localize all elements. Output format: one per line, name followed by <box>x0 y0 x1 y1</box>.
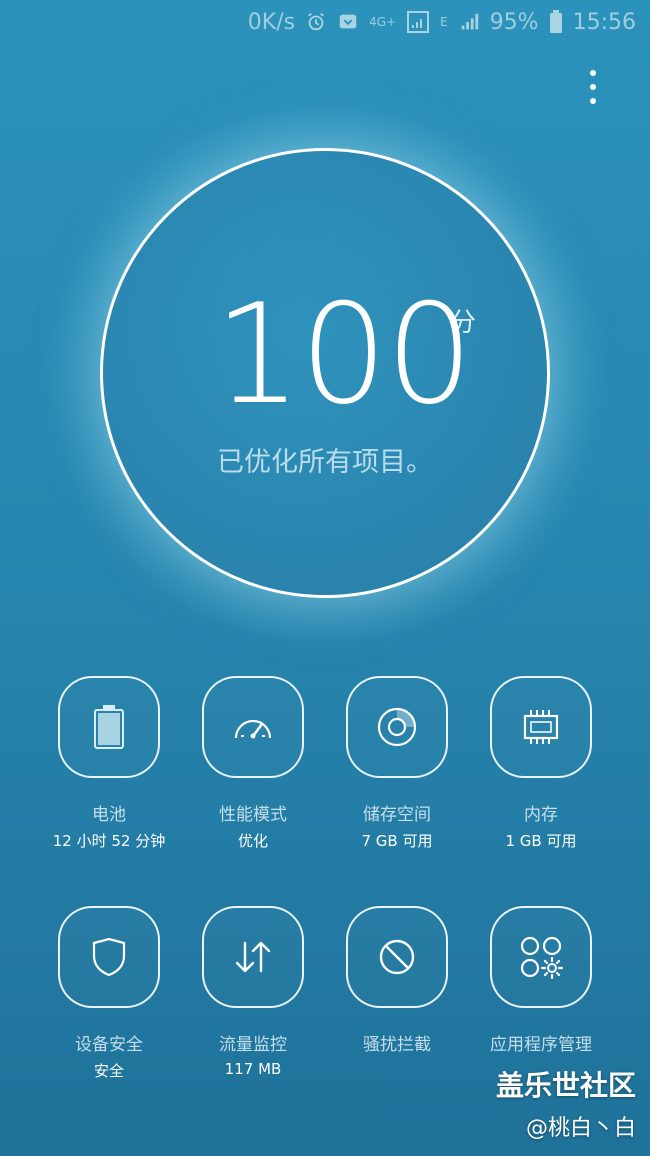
tile-storage-sub: 7 GB 可用 <box>361 832 433 850</box>
network-speed: 0K/s <box>247 9 296 35</box>
status-bar: 0K/s 4G+ E 95% 15:56 <box>0 0 650 44</box>
score-value: 100 <box>214 274 473 435</box>
clock: 15:56 <box>572 9 636 35</box>
data-monitor-button[interactable] <box>202 906 304 1008</box>
watermark-user: @桃白丶白 <box>525 1116 636 1141</box>
more-options-icon <box>590 70 596 76</box>
tile-storage[interactable]: 储存空间 7 GB 可用 <box>325 676 469 851</box>
tile-data-monitor-label: 流量监控 <box>219 1035 287 1055</box>
call-block-button[interactable] <box>346 906 448 1008</box>
battery-status-icon <box>549 10 563 34</box>
speedometer-icon <box>234 719 272 739</box>
block-icon <box>379 939 415 975</box>
message-icon <box>337 11 359 33</box>
signal-bars-icon <box>458 11 480 33</box>
tile-device-security[interactable]: 设备安全 安全 <box>37 906 181 1081</box>
network-4g-label: 4G+ <box>369 15 397 29</box>
network-e-label: E <box>440 15 448 29</box>
watermark-title: 盖乐世社区 <box>495 1069 636 1102</box>
battery-percent: 95% <box>489 9 539 35</box>
tile-battery[interactable]: 电池 12 小时 52 分钟 <box>37 676 181 851</box>
more-options-button[interactable] <box>582 70 604 104</box>
tile-data-monitor-sub: 117 MB <box>224 1060 282 1078</box>
shield-icon <box>92 937 126 977</box>
tile-memory-label: 内存 <box>524 805 558 825</box>
tile-app-manager-label: 应用程序管理 <box>490 1035 592 1055</box>
tile-call-block[interactable]: 骚扰拦截 <box>325 906 469 1060</box>
memory-chip-icon <box>523 710 559 744</box>
battery-icon <box>94 705 124 749</box>
tile-call-block-label: 骚扰拦截 <box>363 1035 431 1055</box>
score-unit: 分 <box>450 308 477 338</box>
app-manager-button[interactable] <box>490 906 592 1008</box>
tile-performance-label: 性能模式 <box>219 805 287 825</box>
tile-data-monitor[interactable]: 流量监控 117 MB <box>181 906 325 1078</box>
tile-device-security-sub: 安全 <box>93 1062 124 1080</box>
tile-storage-label: 储存空间 <box>363 805 431 825</box>
tile-app-manager[interactable]: 应用程序管理 <box>469 906 613 1060</box>
data-transfer-icon <box>235 941 271 973</box>
tile-battery-sub: 12 小时 52 分钟 <box>52 832 166 850</box>
memory-button[interactable] <box>490 676 592 778</box>
battery-button[interactable] <box>58 676 160 778</box>
tile-device-security-label: 设备安全 <box>75 1035 143 1055</box>
performance-button[interactable] <box>202 676 304 778</box>
tile-battery-label: 电池 <box>92 805 126 825</box>
tile-performance[interactable]: 性能模式 优化 <box>181 676 325 851</box>
alarm-icon <box>305 11 327 33</box>
signal-icon <box>406 10 430 34</box>
storage-icon <box>377 707 417 747</box>
watermark: 盖乐世社区 @桃白丶白 <box>496 1064 636 1142</box>
device-security-button[interactable] <box>58 906 160 1008</box>
score-message: 已优化所有项目。 <box>217 447 433 478</box>
app-manager-icon <box>520 936 564 980</box>
tile-memory[interactable]: 内存 1 GB 可用 <box>469 676 613 851</box>
storage-button[interactable] <box>346 676 448 778</box>
tile-performance-sub: 优化 <box>237 832 268 850</box>
tile-memory-sub: 1 GB 可用 <box>505 832 577 850</box>
